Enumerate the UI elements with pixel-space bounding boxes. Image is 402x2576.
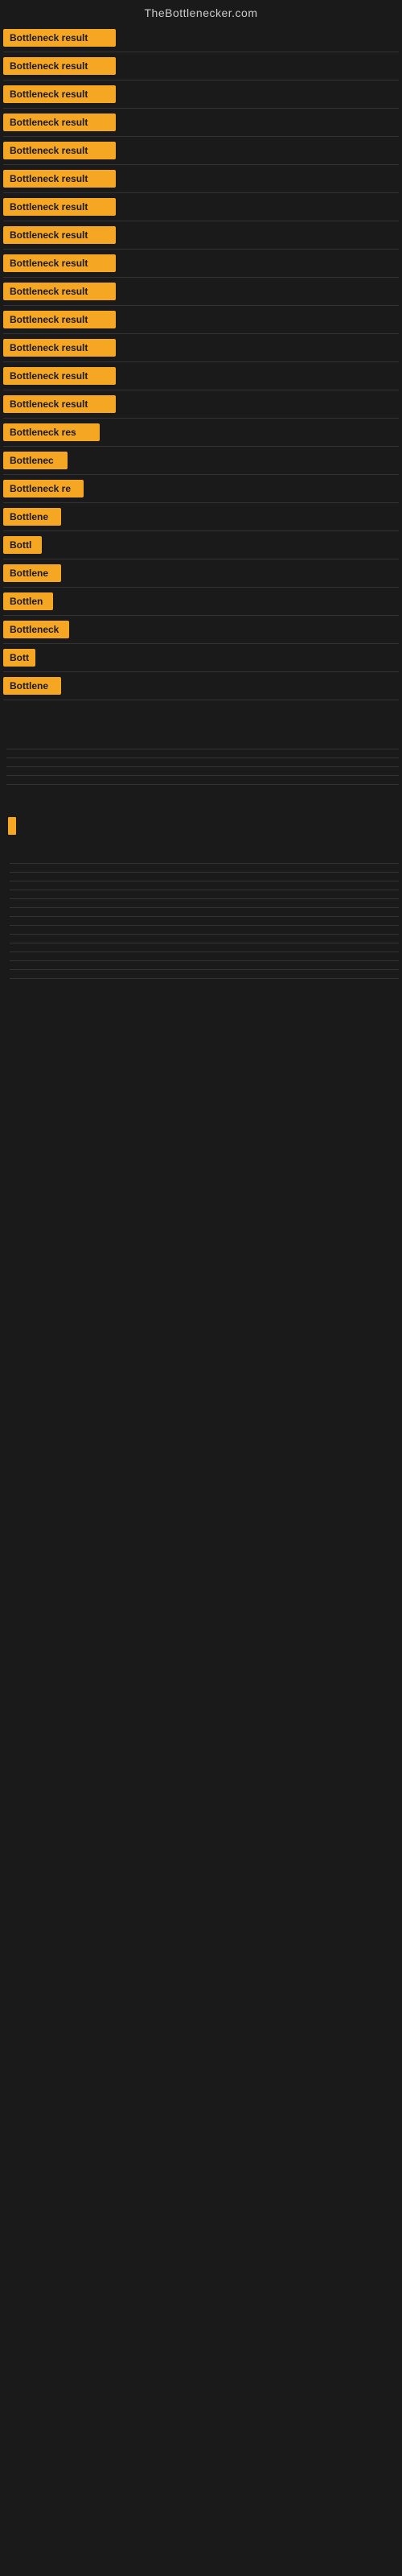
list-item: Bottleneck result	[3, 221, 402, 249]
divider	[10, 863, 399, 864]
divider	[10, 978, 399, 979]
bottom-indicator	[8, 817, 16, 835]
list-item: Bottl	[3, 531, 402, 559]
bottleneck-badge: Bottleneck result	[3, 198, 116, 216]
divider	[10, 925, 399, 926]
bottleneck-badge: Bottleneck result	[3, 311, 116, 328]
list-item: Bottleneck result	[3, 362, 402, 390]
list-item: Bottleneck	[3, 616, 402, 643]
list-item: Bottleneck result	[3, 390, 402, 418]
list-item: Bottleneck res	[3, 419, 402, 446]
site-title: TheBottlenecker.com	[144, 6, 257, 19]
list-item: Bottleneck result	[3, 306, 402, 333]
list-item: Bottleneck result	[3, 109, 402, 136]
divider	[10, 960, 399, 961]
list-item: Bottleneck result	[3, 250, 402, 277]
bottleneck-badge: Bottleneck result	[3, 29, 116, 47]
lower-section	[0, 749, 402, 979]
bottleneck-badge: Bottleneck result	[3, 395, 116, 413]
divider	[10, 916, 399, 917]
list-item: Bottleneck result	[3, 24, 402, 52]
bottleneck-badge: Bottleneck result	[3, 367, 116, 385]
bottleneck-badge: Bottleneck result	[3, 114, 116, 131]
list-item: Bottleneck result	[3, 137, 402, 164]
bottleneck-badge: Bottleneck result	[3, 226, 116, 244]
list-item: Bott	[3, 644, 402, 671]
list-item: Bottleneck result	[3, 80, 402, 108]
bottleneck-badge: Bottlene	[3, 508, 61, 526]
bottleneck-badge: Bottleneck result	[3, 254, 116, 272]
divider	[10, 907, 399, 908]
divider	[10, 969, 399, 970]
bottleneck-badge: Bottleneck result	[3, 85, 116, 103]
list-item: Bottleneck result	[3, 278, 402, 305]
divider	[6, 775, 399, 776]
divider	[6, 766, 399, 767]
list-item: Bottleneck result	[3, 193, 402, 221]
bottleneck-badge: Bottl	[3, 536, 42, 554]
bottleneck-badge: Bottleneck result	[3, 283, 116, 300]
bottleneck-badge: Bottlenec	[3, 452, 68, 469]
list-item: Bottleneck re	[3, 475, 402, 502]
list-item: Bottleneck result	[3, 334, 402, 361]
list-item: Bottleneck result	[3, 52, 402, 80]
bottom-content	[3, 817, 402, 979]
divider	[6, 784, 399, 785]
bottleneck-badge: Bottleneck re	[3, 480, 84, 497]
bottleneck-badge: Bottlen	[3, 592, 53, 610]
list-item: Bottlenec	[3, 447, 402, 474]
list-item: Bottlene	[3, 672, 402, 700]
bottleneck-badge: Bott	[3, 649, 35, 667]
bottleneck-badge: Bottleneck result	[3, 339, 116, 357]
list-item: Bottlene	[3, 503, 402, 530]
bottleneck-list: Bottleneck result Bottleneck result Bott…	[0, 23, 402, 700]
bottleneck-badge: Bottleneck result	[3, 142, 116, 159]
site-header: TheBottlenecker.com	[0, 0, 402, 23]
list-item: Bottleneck result	[3, 165, 402, 192]
divider	[10, 872, 399, 873]
bottleneck-badge: Bottleneck res	[3, 423, 100, 441]
bottleneck-badge: Bottleneck result	[3, 170, 116, 188]
bottleneck-badge: Bottleneck	[3, 621, 69, 638]
list-item: Bottlene	[3, 559, 402, 587]
divider	[10, 934, 399, 935]
bottleneck-badge: Bottlene	[3, 677, 61, 695]
divider	[10, 898, 399, 899]
list-item: Bottlen	[3, 588, 402, 615]
bottleneck-badge: Bottleneck result	[3, 57, 116, 75]
bottleneck-badge: Bottlene	[3, 564, 61, 582]
